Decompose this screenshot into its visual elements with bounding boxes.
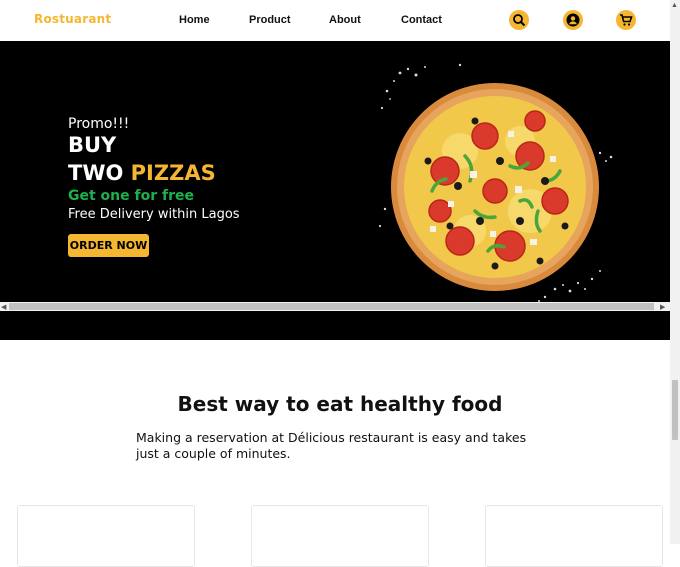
hero-headline-line1: BUY xyxy=(68,133,117,157)
hero-delivery-text: Free Delivery within Lagos xyxy=(68,207,240,222)
horizontal-scrollbar[interactable]: ◀ ▶ xyxy=(0,302,670,311)
scroll-up-arrow-icon[interactable]: ▲ xyxy=(671,2,678,9)
navbar: Rostuarant Home Product About Contact xyxy=(0,0,670,41)
order-now-button[interactable]: ORDER NOW xyxy=(68,234,149,257)
hero-subline: Get one for free xyxy=(68,188,194,204)
cart-icon[interactable] xyxy=(616,10,636,30)
scroll-left-arrow-icon[interactable]: ◀ xyxy=(1,303,6,311)
hero-promo-text: Promo!!! xyxy=(68,116,130,132)
pizza-image xyxy=(378,63,613,302)
feature-card xyxy=(485,505,663,567)
nav-link-contact[interactable]: Contact xyxy=(401,14,442,26)
hero-headline-two: TWO xyxy=(68,161,124,185)
section-title: Best way to eat healthy food xyxy=(177,392,503,416)
vertical-scrollbar-thumb[interactable] xyxy=(672,380,678,440)
nav-link-home[interactable]: Home xyxy=(179,14,210,26)
section-description: Making a reservation at Délicious restau… xyxy=(136,430,527,461)
user-icon[interactable] xyxy=(563,10,583,30)
horizontal-scrollbar-thumb[interactable] xyxy=(9,303,654,310)
hero-headline-pizzas: PIZZAS xyxy=(130,161,216,185)
site-logo[interactable]: Rostuarant xyxy=(34,12,111,26)
hero-headline-line2: TWO PIZZAS xyxy=(68,161,216,185)
search-icon[interactable] xyxy=(509,10,529,30)
feature-card xyxy=(17,505,195,567)
hero-banner: Promo!!! BUY TWO PIZZAS Get one for free… xyxy=(0,41,670,340)
nav-link-product[interactable]: Product xyxy=(249,14,291,26)
scroll-right-arrow-icon[interactable]: ▶ xyxy=(660,303,665,311)
vertical-scrollbar[interactable]: ▲ xyxy=(670,0,680,544)
nav-link-about[interactable]: About xyxy=(329,14,361,26)
feature-card xyxy=(251,505,429,567)
